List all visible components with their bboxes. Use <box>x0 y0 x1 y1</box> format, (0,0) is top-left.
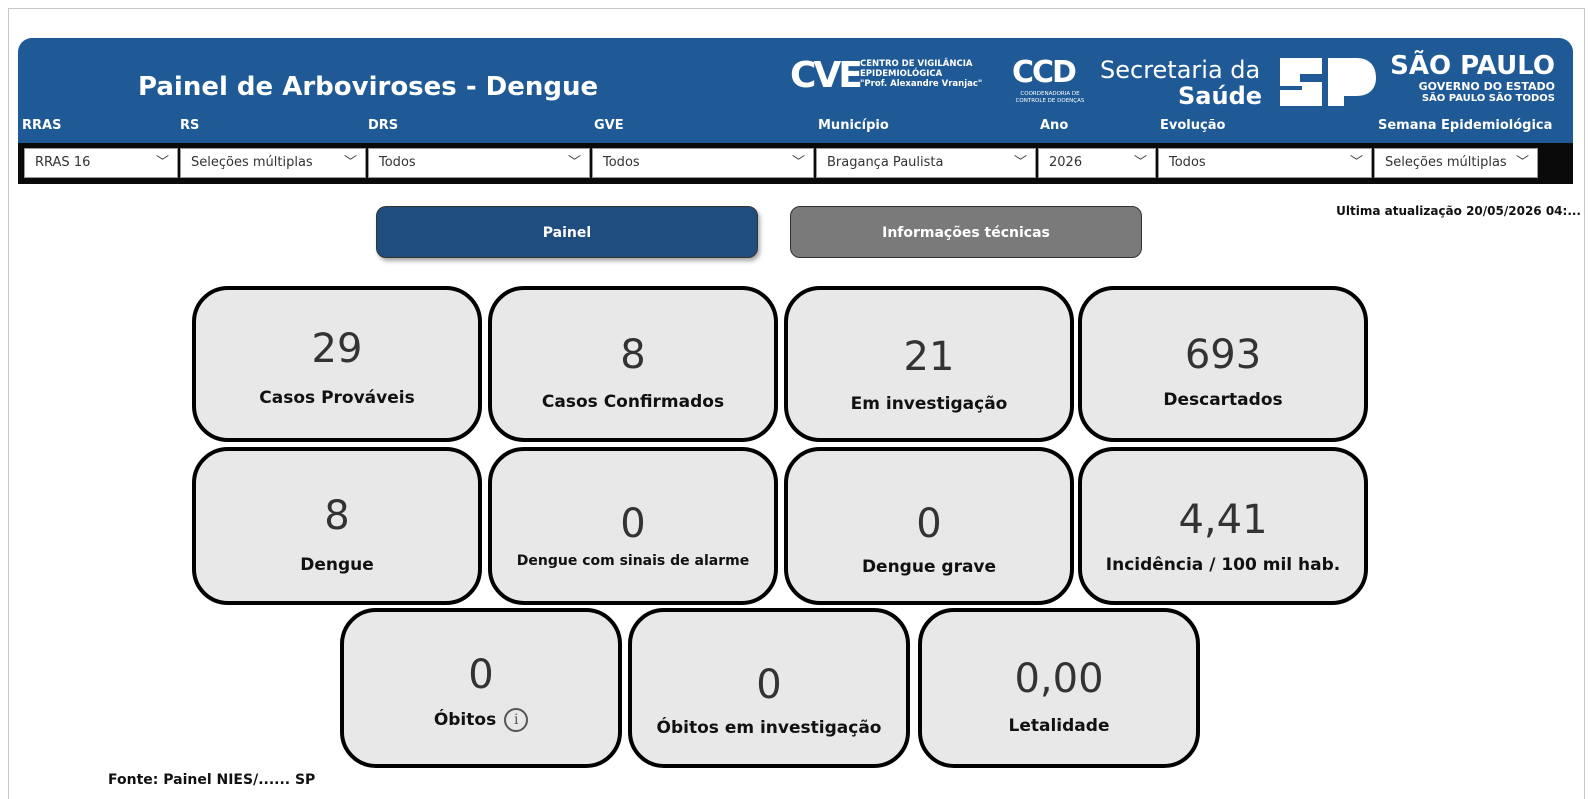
info-icon[interactable]: i <box>504 708 529 732</box>
card-casos-provaveis: 29 Casos Prováveis <box>192 286 482 442</box>
card-descartados: 693 Descartados <box>1078 286 1368 442</box>
card-incidencia: 4,41 Incidência / 100 mil hab. <box>1078 447 1368 605</box>
gve-select[interactable]: Todos ﹀ <box>592 148 814 178</box>
drs-select[interactable]: Todos ﹀ <box>368 148 590 178</box>
filter-label-municipio: Município <box>818 118 889 133</box>
chevron-down-icon: ﹀ <box>1013 155 1027 170</box>
municipio-select[interactable]: Bragança Paulista ﹀ <box>816 148 1036 178</box>
semana-select[interactable]: Seleções múltiplas ﹀ <box>1374 148 1538 178</box>
filter-label-rs: RS <box>180 118 200 133</box>
filter-label-ano: Ano <box>1040 118 1069 133</box>
card-obitos: 0 Óbitos i <box>340 608 622 768</box>
card-casos-confirmados: 8 Casos Confirmados <box>488 286 778 442</box>
tab-informacoes-tecnicas[interactable]: Informações técnicas <box>790 206 1142 258</box>
card-obitos-investigacao: 0 Óbitos em investigação <box>628 608 910 768</box>
filter-label-evolucao: Evolução <box>1160 118 1226 133</box>
last-update-text: Ultima atualização 20/05/2026 04:... <box>1336 204 1581 218</box>
card-dengue: 8 Dengue <box>192 447 482 605</box>
chevron-down-icon: ﹀ <box>155 155 169 170</box>
card-dengue-sinais-alarme: 0 Dengue com sinais de alarme <box>488 447 778 605</box>
filter-label-drs: DRS <box>368 118 399 133</box>
filter-label-gve: GVE <box>594 118 624 133</box>
filter-label-semana: Semana Epidemiológica <box>1378 118 1553 133</box>
page-title: Painel de Arboviroses - Dengue <box>138 72 599 102</box>
evolucao-select[interactable]: Todos ﹀ <box>1158 148 1372 178</box>
card-em-investigacao: 21 Em investigação <box>784 286 1074 442</box>
rs-select[interactable]: Seleções múltiplas ﹀ <box>180 148 366 178</box>
chevron-down-icon: ﹀ <box>1133 155 1147 170</box>
rras-select[interactable]: RRAS 16 ﹀ <box>24 148 178 178</box>
sp-mark-icon <box>1278 56 1378 112</box>
sp-government-logo: SÃO PAULO GOVERNO DO ESTADO SÃO PAULO SÃ… <box>1390 51 1555 104</box>
chevron-down-icon: ﹀ <box>567 155 581 170</box>
chevron-down-icon: ﹀ <box>343 155 357 170</box>
filter-label-rras: RRAS <box>22 118 62 133</box>
chevron-down-icon: ﹀ <box>791 155 805 170</box>
tab-painel[interactable]: Painel <box>376 206 758 258</box>
chevron-down-icon: ﹀ <box>1349 155 1363 170</box>
card-dengue-grave: 0 Dengue grave <box>784 447 1074 605</box>
chevron-down-icon: ﹀ <box>1515 155 1529 170</box>
card-letalidade: 0,00 Letalidade <box>918 608 1200 768</box>
ano-select[interactable]: 2026 ﹀ <box>1038 148 1156 178</box>
